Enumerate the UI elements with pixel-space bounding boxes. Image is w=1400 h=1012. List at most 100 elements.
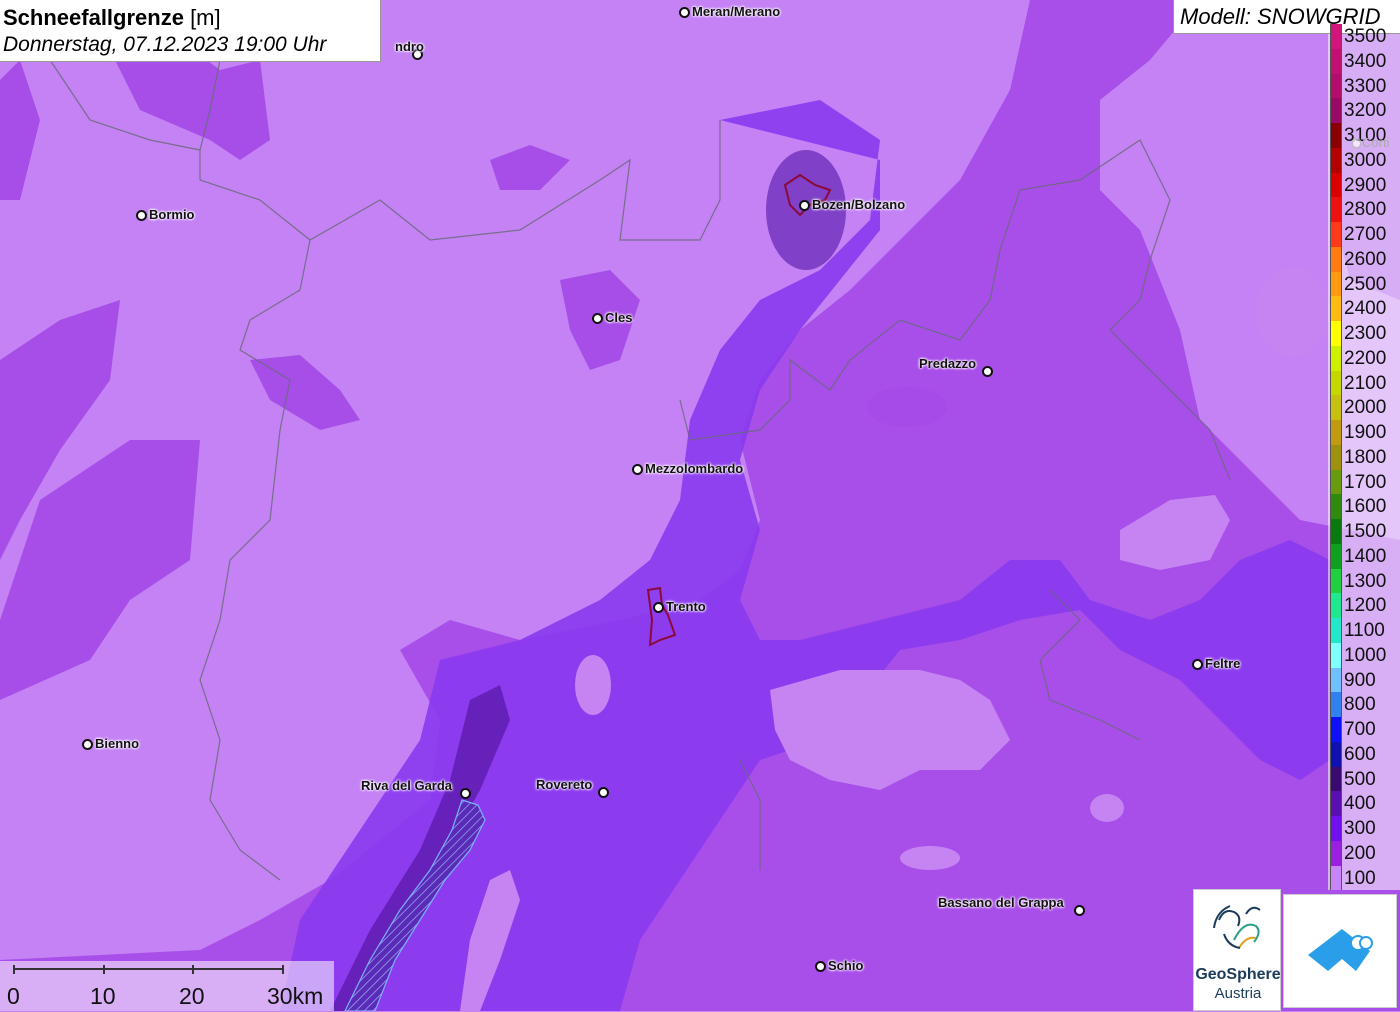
- legend-label: 500: [1344, 768, 1376, 790]
- legend-swatch: [1330, 642, 1342, 668]
- legend-swatch: [1330, 24, 1342, 49]
- legend-item: 400: [1328, 791, 1400, 817]
- scale-label-0: 0: [7, 983, 20, 1009]
- geosphere-country: Austria: [1214, 985, 1262, 1002]
- legend-item: 2500: [1328, 271, 1400, 297]
- geosphere-name: GeoSphere: [1195, 966, 1281, 983]
- city-marker[interactable]: [592, 313, 603, 324]
- city-label[interactable]: Meran/Merano: [692, 5, 780, 19]
- snowline-map[interactable]: [0, 0, 1400, 1011]
- city-label[interactable]: Bormio: [149, 208, 195, 222]
- legend-swatch: [1330, 172, 1342, 198]
- city-label[interactable]: Bassano del Grappa: [938, 896, 1064, 910]
- legend-item: 800: [1328, 692, 1400, 718]
- legend-label: 1100: [1344, 620, 1385, 641]
- city-label[interactable]: Bienno: [95, 737, 139, 751]
- legend-item: 3200: [1328, 98, 1400, 124]
- legend-item: 200: [1328, 840, 1400, 866]
- legend-swatch: [1330, 692, 1342, 718]
- legend-label: 600: [1344, 743, 1376, 765]
- city-label[interactable]: Mezzolombardo: [645, 462, 743, 476]
- city-label[interactable]: Rovereto: [536, 778, 592, 792]
- city-marker[interactable]: [136, 210, 147, 221]
- legend-item: 3000: [1328, 147, 1400, 173]
- legend-item: 3500: [1328, 24, 1400, 49]
- city-marker[interactable]: [679, 7, 690, 18]
- legend-label: 900: [1344, 669, 1376, 691]
- geosphere-logo[interactable]: GeoSphere Austria: [1193, 889, 1281, 1011]
- legend-swatch: [1330, 568, 1342, 594]
- city-label[interactable]: Riva del Garda: [361, 779, 452, 793]
- legend-swatch: [1330, 840, 1342, 866]
- legend-item: 1900: [1328, 420, 1400, 445]
- legend-swatch: [1330, 494, 1342, 520]
- city-label[interactable]: Predazzo: [919, 357, 976, 371]
- legend-item: 1700: [1328, 469, 1400, 495]
- city-label[interactable]: Corti: [1362, 136, 1389, 150]
- legend-label: 1000: [1344, 644, 1387, 666]
- city-label[interactable]: Schio: [828, 959, 863, 973]
- city-label[interactable]: Feltre: [1205, 657, 1240, 671]
- city-marker[interactable]: [460, 788, 471, 799]
- legend-label: 3500: [1344, 26, 1387, 47]
- legend-label: 1500: [1344, 521, 1387, 542]
- legend-swatch: [1330, 791, 1342, 817]
- legend-label: 2600: [1344, 248, 1387, 270]
- city-marker[interactable]: [1074, 905, 1085, 916]
- scale-bar: 0 10 20 30km: [0, 961, 334, 1011]
- legend-label: 1300: [1344, 570, 1387, 592]
- city-marker[interactable]: [1351, 138, 1362, 149]
- city-marker[interactable]: [82, 739, 93, 750]
- legend-item: 2200: [1328, 345, 1400, 371]
- legend-label: 100: [1344, 867, 1376, 889]
- legend-label: 2900: [1344, 174, 1387, 196]
- city-label[interactable]: ndro: [395, 40, 424, 54]
- legend-item: 3400: [1328, 48, 1400, 74]
- legend-swatch: [1330, 469, 1342, 495]
- legend-item: 2800: [1328, 197, 1400, 223]
- legend-label: 2400: [1344, 298, 1387, 320]
- city-marker[interactable]: [815, 961, 826, 972]
- legend-item: 2600: [1328, 246, 1400, 272]
- city-marker[interactable]: [1192, 659, 1203, 670]
- legend-swatch: [1330, 543, 1342, 569]
- legend-swatch: [1330, 741, 1342, 767]
- legend-label: 2500: [1344, 273, 1387, 295]
- legend-swatch: [1330, 717, 1342, 742]
- legend-swatch: [1330, 865, 1342, 891]
- city-marker[interactable]: [799, 200, 810, 211]
- legend-swatch: [1330, 73, 1342, 99]
- legend-swatch: [1330, 345, 1342, 371]
- legend-label: 400: [1344, 793, 1376, 815]
- legend-item: 2100: [1328, 370, 1400, 396]
- legend-label: 3400: [1344, 50, 1387, 72]
- legend-swatch: [1330, 667, 1342, 693]
- legend-swatch: [1330, 296, 1342, 322]
- legend-swatch: [1330, 246, 1342, 272]
- city-label[interactable]: Trento: [666, 600, 706, 614]
- legend-swatch: [1330, 444, 1342, 470]
- legend-label: 1400: [1344, 545, 1387, 567]
- city-marker[interactable]: [982, 366, 993, 377]
- legend-label: 2700: [1344, 224, 1387, 245]
- legend-label: 1600: [1344, 496, 1387, 518]
- city-marker[interactable]: [632, 464, 643, 475]
- legend-label: 1200: [1344, 595, 1387, 617]
- legend-swatch: [1330, 420, 1342, 445]
- city-marker[interactable]: [653, 602, 664, 613]
- legend-item: 500: [1328, 766, 1400, 792]
- city-label[interactable]: Cles: [605, 311, 632, 325]
- city-marker[interactable]: [598, 787, 609, 798]
- legend-item: 1500: [1328, 519, 1400, 544]
- legend-item: 1100: [1328, 618, 1400, 643]
- color-legend: 3500 3400 3300 3200 3100 3000 2900 2800 2700 2600…: [1328, 24, 1400, 891]
- app-logo[interactable]: [1283, 894, 1397, 1008]
- legend-label: 2300: [1344, 323, 1387, 344]
- map-title-box: Schneefallgrenze [m] Donnerstag, 07.12.2…: [0, 0, 381, 62]
- legend-label: 2200: [1344, 347, 1387, 369]
- legend-label: 200: [1344, 842, 1376, 864]
- legend-label: 2000: [1344, 397, 1387, 419]
- legend-item: 2900: [1328, 172, 1400, 198]
- city-label[interactable]: Bozen/Bolzano: [812, 198, 905, 212]
- legend-item: 1800: [1328, 444, 1400, 470]
